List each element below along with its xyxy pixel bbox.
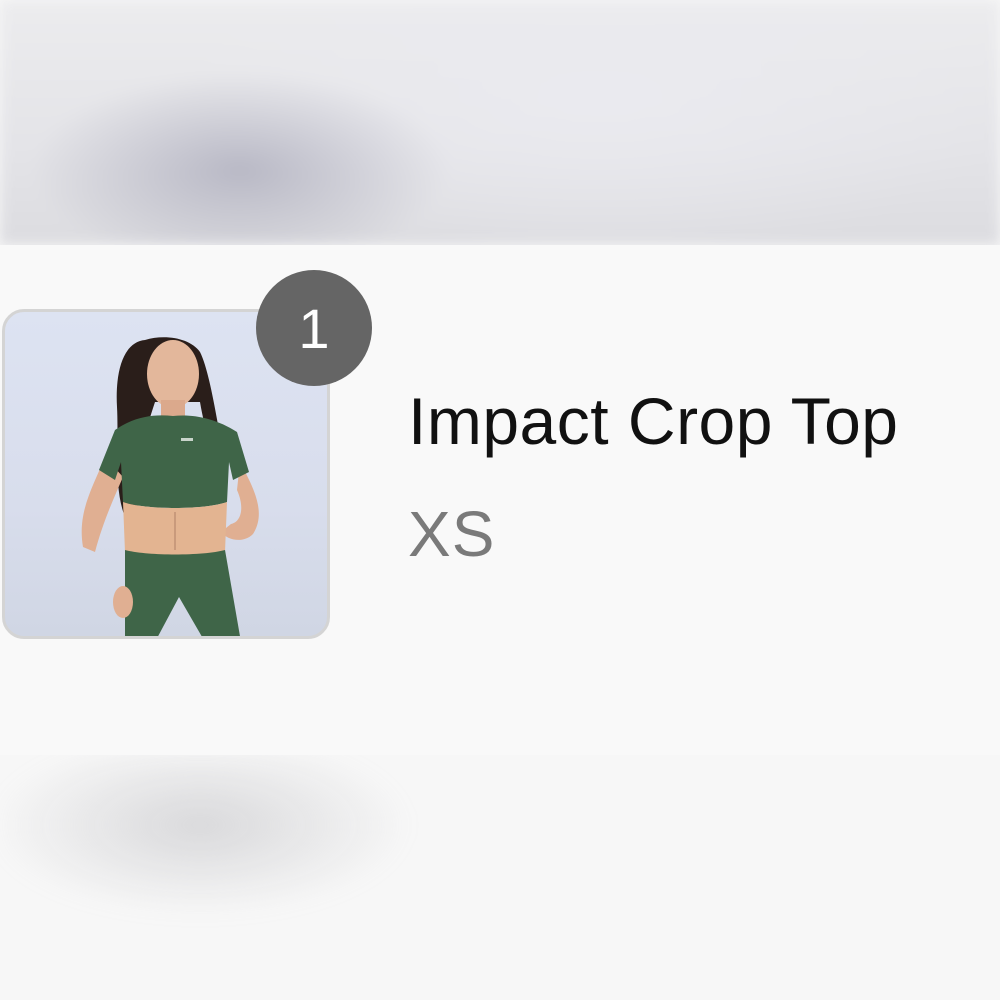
variant-size: XS: [408, 498, 496, 570]
screen: 1 Impact Crop Top XS: [0, 0, 1000, 1000]
quantity-label: 1: [298, 296, 330, 360]
quantity-badge: 1: [256, 270, 372, 386]
blurred-background-bottom: [0, 755, 1000, 1000]
product-title[interactable]: Impact Crop Top: [408, 383, 899, 459]
cart-item-card[interactable]: 1 Impact Crop Top XS: [0, 245, 1000, 755]
blurred-background-top: [0, 0, 1000, 245]
